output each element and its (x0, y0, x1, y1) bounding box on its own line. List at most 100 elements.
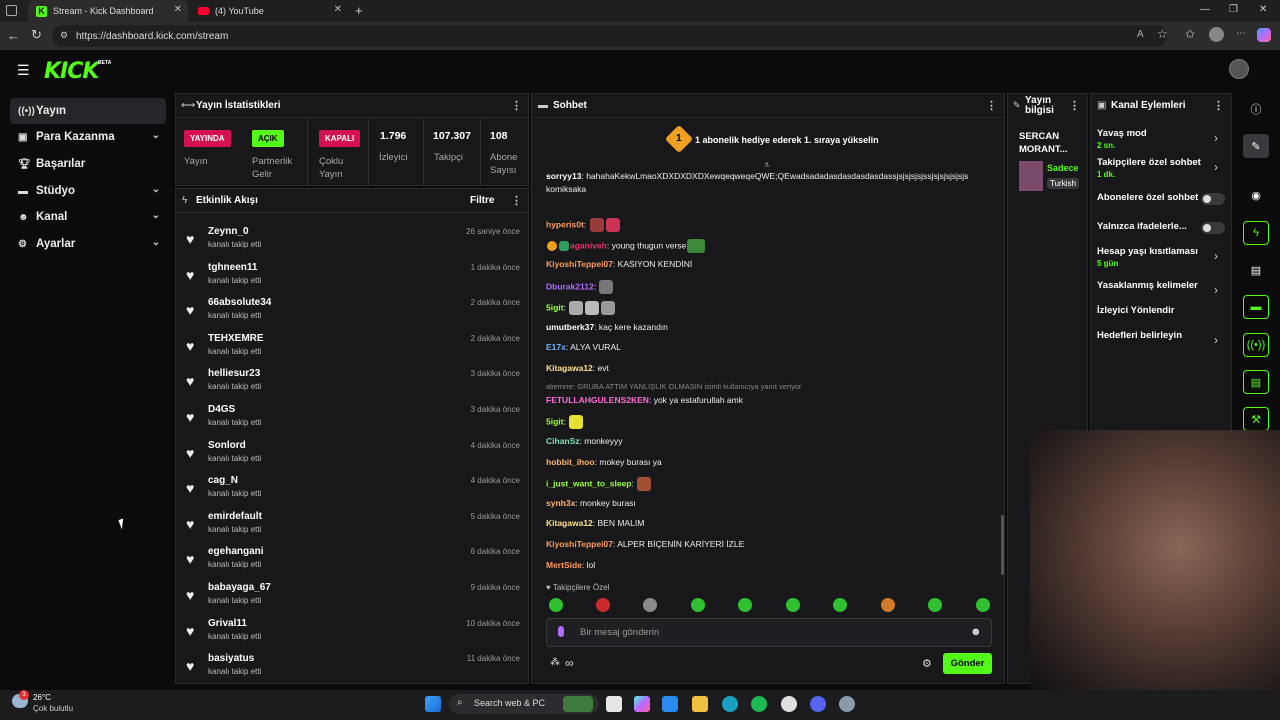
sidebar-item-para-kazanma[interactable]: ▣ Para Kazanma ⌄ (10, 124, 166, 150)
pencil-icon[interactable]: ✎ (1243, 134, 1269, 158)
sidebar-item-kanal[interactable]: ☻ Kanal ⌄ (10, 204, 166, 230)
chevron-right-icon[interactable]: › (1214, 283, 1218, 297)
kick-logo[interactable]: KICK (44, 59, 99, 84)
spotify-icon[interactable] (751, 696, 767, 712)
chat-username[interactable]: 5igit (546, 416, 563, 426)
sidebar-item-ayarlar[interactable]: ⚙ Ayarlar ⌄ (10, 231, 166, 257)
activity-item[interactable]: ♥ Zeynn_0 kanalı takip etti 26 saniye önce (186, 223, 522, 259)
collapse-icon[interactable]: ⩡ (764, 160, 770, 171)
partner-income-badge[interactable]: AÇIK (252, 130, 284, 147)
browser-tab-youtube[interactable]: (4) YouTube ✕ (190, 0, 348, 22)
activity-user[interactable]: Zeynn_0 (208, 226, 249, 237)
activity-item[interactable]: ♥ emirdefault kanalı takip etti 5 dakika ön… (186, 508, 522, 544)
chat-username[interactable]: E17x (546, 342, 566, 352)
camera-icon[interactable]: ◉ (1243, 183, 1269, 207)
activity-user[interactable]: cag_N (208, 475, 238, 486)
activity-user[interactable]: Grival11 (208, 618, 247, 629)
url-field[interactable]: ⚙ https://dashboard.kick.com/stream (52, 25, 1167, 47)
chat-username[interactable]: Kitagawa12 (546, 363, 593, 373)
emote-button[interactable] (786, 598, 800, 612)
close-tab-icon[interactable]: ✕ (174, 4, 182, 15)
channel-action-item[interactable]: Takipçilere özel sohbet 1 dk. (1097, 157, 1227, 179)
chat-username[interactable]: Kitagawa12 (546, 518, 593, 528)
chevron-right-icon[interactable]: › (1214, 249, 1218, 263)
store-icon[interactable] (662, 696, 678, 712)
chat-username[interactable]: FETULLAHGULENS2KEN (546, 395, 649, 405)
activity-item[interactable]: ♥ helliesur23 kanalı takip etti 3 dakika ön… (186, 365, 522, 401)
emote-button[interactable] (691, 598, 705, 612)
chat-username[interactable]: KiyoshiTeppei07 (546, 539, 613, 549)
kick-points-icon[interactable]: ⁂ (550, 657, 560, 668)
chat-username[interactable]: hyperis0t (546, 219, 584, 229)
broadcast-info-menu-icon[interactable]: ⋮ (1069, 99, 1080, 112)
microphone-icon[interactable] (558, 626, 564, 637)
maximize-icon[interactable]: ❐ (1229, 4, 1238, 15)
channel-action-item[interactable]: Yavaş mod 2 sn. (1097, 128, 1227, 150)
copilot-icon[interactable] (1257, 28, 1271, 42)
sidebar-item-studyo[interactable]: ▬ Stüdyo ⌄ (10, 178, 166, 204)
channel-action-item[interactable]: Hesap yaşı kısıtlaması 5 gün (1097, 246, 1227, 268)
emote-button[interactable] (881, 598, 895, 612)
emoji-icon[interactable]: ☻ (970, 626, 982, 638)
category-thumbnail[interactable] (1019, 161, 1043, 191)
activity-item[interactable]: ♥ tghneen11 kanalı takip etti 1 dakika önce (186, 259, 522, 295)
weather-temp[interactable]: 26°C (33, 693, 51, 702)
stats-menu-icon[interactable]: ⋮ (511, 99, 522, 112)
activity-user[interactable]: D4GS (208, 404, 235, 415)
close-tab-icon[interactable]: ✕ (334, 4, 342, 15)
chat-username[interactable]: umutberk37 (546, 322, 594, 332)
activity-item[interactable]: ♥ TEHXEMRE kanalı takip etti 2 dakika önce (186, 330, 522, 366)
activity-item[interactable]: ♥ basiyatus kanalı takip etti 11 dakika önc… (186, 650, 522, 686)
chat-username[interactable]: sorryy13 (546, 171, 581, 181)
read-aloud-icon[interactable]: A (1137, 29, 1144, 40)
channel-action-item[interactable]: Hedefleri belirleyin (1097, 330, 1227, 341)
activity-user[interactable]: emirdefault (208, 511, 262, 522)
chat-username[interactable]: Dburak2112 (546, 281, 594, 291)
document-icon[interactable]: ▤ (1243, 258, 1269, 282)
back-icon[interactable]: ← (7, 28, 20, 43)
gift-leaderboard-prompt[interactable]: 1 abonelik hediye ederek 1. sıraya yükse… (695, 135, 879, 145)
activity-user[interactable]: 66absolute34 (208, 297, 271, 308)
more-menu-icon[interactable]: ⋯ (1236, 28, 1246, 39)
profile-avatar[interactable] (1209, 27, 1224, 42)
reload-icon[interactable]: ↻ (31, 27, 42, 43)
activity-item[interactable]: ♥ D4GS kanalı takip etti 3 dakika önce (186, 401, 522, 437)
toggle-switch[interactable] (1201, 193, 1225, 205)
activity-item[interactable]: ♥ babayaga_67 kanalı takip etti 9 dakika ön… (186, 579, 522, 615)
chat-username[interactable]: KiyoshiTeppei07 (546, 259, 613, 269)
start-icon[interactable] (425, 696, 441, 712)
emote-button[interactable] (596, 598, 610, 612)
activity-user[interactable]: helliesur23 (208, 368, 260, 379)
category-name[interactable]: Sadece (1047, 163, 1079, 173)
emote-button[interactable] (549, 598, 563, 612)
emote-button[interactable] (928, 598, 942, 612)
new-tab-icon[interactable]: + (355, 3, 363, 18)
minimize-icon[interactable]: — (1200, 4, 1210, 15)
file-explorer-icon[interactable] (692, 696, 708, 712)
chat-settings-icon[interactable]: ⚙ (922, 657, 932, 670)
emote-button[interactable] (643, 598, 657, 612)
settings-taskbar-icon[interactable] (839, 696, 855, 712)
activity-item[interactable]: ♥ cag_N kanalı takip etti 4 dakika önce (186, 472, 522, 508)
activity-menu-icon[interactable]: ⋮ (511, 194, 522, 207)
collections-icon[interactable]: ✩ (1185, 27, 1195, 41)
chat-username[interactable]: aganiveh (570, 240, 607, 250)
activity-item[interactable]: ♥ 66absolute34 kanalı takip etti 2 dakika ö… (186, 294, 522, 330)
chat-scrollbar[interactable] (1001, 515, 1004, 575)
chevron-right-icon[interactable]: › (1214, 160, 1218, 174)
site-info-icon[interactable]: ⚙ (60, 30, 68, 41)
favorite-star-icon[interactable]: ☆ (1157, 27, 1168, 41)
close-window-icon[interactable]: ✕ (1259, 4, 1267, 15)
channel-actions-menu-icon[interactable]: ⋮ (1213, 99, 1224, 112)
activity-user[interactable]: babayaga_67 (208, 582, 271, 593)
chat-username[interactable]: i_just_want_to_sleep (546, 478, 632, 488)
activity-user[interactable]: egehangani (208, 546, 264, 557)
activity-user[interactable]: tghneen11 (208, 262, 257, 273)
activity-item[interactable]: ♥ Sonlord kanalı takip etti 4 dakika önce (186, 437, 522, 473)
activity-item[interactable]: ♥ Grival11 kanalı takip etti 10 dakika önce (186, 615, 522, 651)
sidebar-item-yayin[interactable]: ((•)) Yayın (10, 98, 166, 124)
sidebar-item-basarilar[interactable]: 🏆︎ Başarılar (10, 151, 166, 177)
chat-username[interactable]: synh3x (546, 498, 575, 508)
hamburger-menu-icon[interactable]: ☰ (17, 62, 30, 79)
user-avatar[interactable] (1229, 59, 1249, 79)
